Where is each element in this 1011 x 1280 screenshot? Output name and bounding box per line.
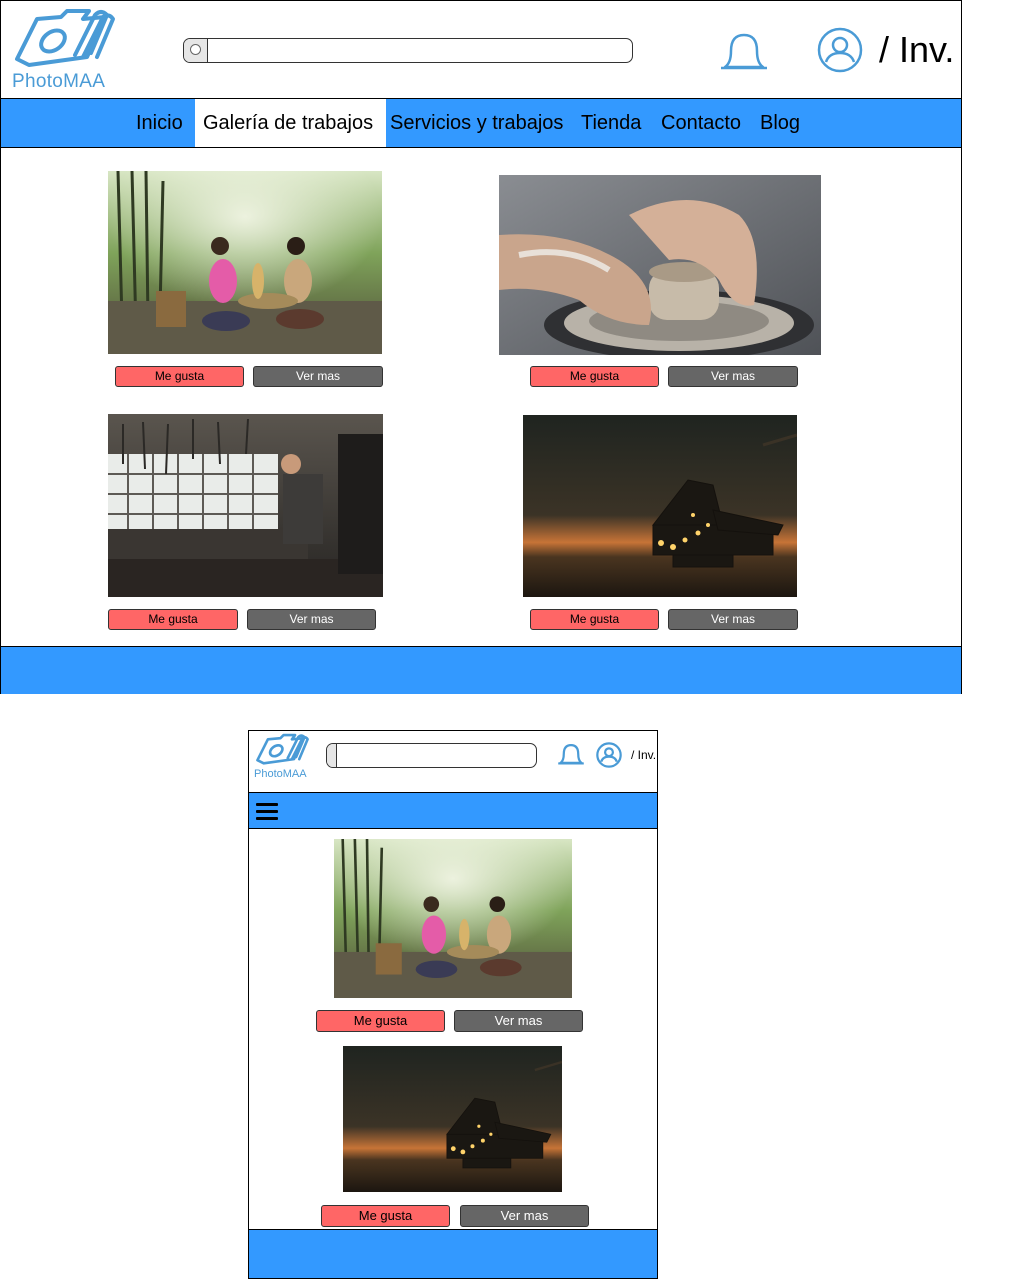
gallery-photo-excavator[interactable] <box>343 1046 562 1192</box>
gallery-photo-blacksmith[interactable] <box>108 414 383 597</box>
search-input[interactable] <box>326 743 537 768</box>
mobile-wireframe: PhotoMAA / Inv. Me gusta Ver mas Me gust… <box>248 730 658 1279</box>
guest-login-link[interactable]: / Inv. <box>631 748 656 762</box>
like-button[interactable]: Me gusta <box>108 609 238 630</box>
view-more-button[interactable]: Ver mas <box>454 1010 583 1032</box>
search-icon[interactable] <box>184 39 208 62</box>
search-icon[interactable] <box>327 744 337 767</box>
main-nav: Inicio Galería de trabajos Servicios y t… <box>1 98 961 148</box>
like-button[interactable]: Me gusta <box>530 366 659 387</box>
guest-login-link[interactable]: / Inv. <box>879 29 954 71</box>
like-button[interactable]: Me gusta <box>530 609 659 630</box>
footer <box>249 1229 657 1278</box>
brand-name: PhotoMAA <box>12 71 106 92</box>
view-more-button[interactable]: Ver mas <box>247 609 376 630</box>
gallery-photo-forest[interactable] <box>108 171 382 354</box>
bell-icon[interactable] <box>717 29 771 73</box>
gallery-photo-pottery[interactable] <box>499 175 821 355</box>
user-icon[interactable] <box>594 740 624 770</box>
like-button[interactable]: Me gusta <box>321 1205 450 1227</box>
nav-item-tienda[interactable]: Tienda <box>581 99 651 147</box>
hamburger-menu-icon[interactable] <box>255 801 279 821</box>
view-more-button[interactable]: Ver mas <box>668 609 798 630</box>
nav-item-inicio[interactable]: Inicio <box>128 99 198 147</box>
like-button[interactable]: Me gusta <box>115 366 244 387</box>
nav-item-galeria[interactable]: Galería de trabajos <box>195 99 386 147</box>
nav-item-contacto[interactable]: Contacto <box>661 99 751 147</box>
view-more-button[interactable]: Ver mas <box>668 366 798 387</box>
nav-item-servicios[interactable]: Servicios y trabajos <box>390 99 570 147</box>
footer <box>1 646 961 694</box>
gallery-photo-forest[interactable] <box>334 839 572 998</box>
view-more-button[interactable]: Ver mas <box>460 1205 589 1227</box>
user-icon[interactable] <box>813 27 867 73</box>
main-nav <box>249 792 657 829</box>
search-input[interactable] <box>183 38 633 63</box>
nav-item-blog[interactable]: Blog <box>760 99 810 147</box>
bell-icon[interactable] <box>556 740 586 768</box>
gallery-photo-excavator[interactable] <box>523 415 797 597</box>
brand-name: PhotoMAA <box>254 768 307 780</box>
desktop-wireframe: PhotoMAA / Inv. Inicio Galería de trabaj… <box>0 0 962 694</box>
like-button[interactable]: Me gusta <box>316 1010 445 1032</box>
view-more-button[interactable]: Ver mas <box>253 366 383 387</box>
